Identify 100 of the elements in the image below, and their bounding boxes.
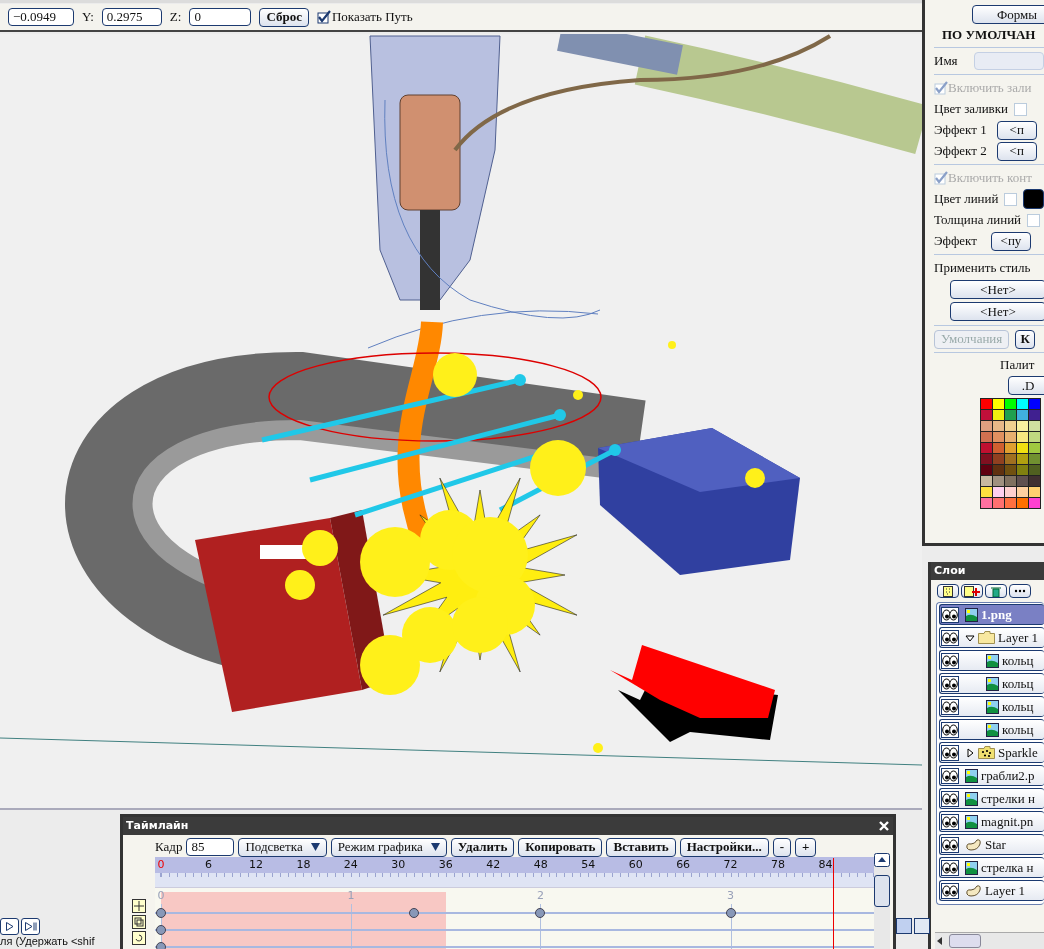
color-swatch[interactable]	[1029, 465, 1040, 475]
effect-dropdown[interactable]: <п	[996, 120, 1037, 140]
color-swatch[interactable]	[1017, 432, 1028, 442]
toolbar-button[interactable]: Удалить	[450, 837, 515, 857]
color-swatch[interactable]	[993, 410, 1004, 420]
color-swatch[interactable]	[1017, 399, 1028, 409]
color-swatch[interactable]	[1017, 421, 1028, 431]
x-field[interactable]: −0.0949	[8, 8, 74, 26]
close-icon[interactable]	[879, 821, 889, 831]
eye-icon[interactable]	[941, 721, 959, 738]
add-layer-button[interactable]	[961, 584, 983, 598]
eye-icon[interactable]	[941, 859, 959, 876]
color-swatch[interactable]	[981, 410, 992, 420]
color-swatch[interactable]	[1017, 443, 1028, 453]
time-cursor[interactable]	[833, 858, 835, 949]
color-swatch[interactable]	[1017, 498, 1028, 508]
layer-row[interactable]: стрелки н	[939, 788, 1044, 809]
eye-icon[interactable]	[941, 790, 959, 807]
checkbox[interactable]	[1004, 192, 1017, 206]
effect-dropdown[interactable]: <пу	[990, 231, 1031, 251]
color-swatch[interactable]	[981, 476, 992, 486]
color-swatch[interactable]	[1029, 487, 1040, 497]
scroll-left-icon[interactable]	[935, 936, 945, 946]
mode-dropdown[interactable]: Подсветка	[238, 837, 327, 857]
color-swatch[interactable]	[981, 465, 992, 475]
layer-row[interactable]: кольц	[939, 719, 1044, 740]
waypoint[interactable]	[156, 908, 166, 918]
color-swatch[interactable]	[1029, 476, 1040, 486]
triangle-icon[interactable]	[965, 632, 975, 643]
eye-icon[interactable]	[941, 744, 959, 761]
color-swatch[interactable]	[993, 465, 1004, 475]
scrollbar-thumb[interactable]	[874, 875, 890, 907]
z-field[interactable]: 0	[189, 8, 252, 26]
color-swatch[interactable]	[1005, 487, 1016, 497]
more-button[interactable]	[1009, 584, 1031, 598]
color-swatch[interactable]	[993, 421, 1004, 431]
color-swatch[interactable]	[1005, 432, 1016, 442]
color-swatch[interactable]	[1029, 443, 1040, 453]
checkbox[interactable]	[1014, 102, 1028, 116]
copy-icon[interactable]	[132, 915, 146, 929]
eye-icon[interactable]	[941, 606, 959, 623]
scrollbar-thumb[interactable]	[949, 934, 981, 948]
color-swatch[interactable]	[1005, 454, 1016, 464]
color-swatch[interactable]	[981, 432, 992, 442]
style-dropdown[interactable]: <Нет>	[950, 280, 1044, 299]
layer-row[interactable]: кольц	[939, 650, 1044, 671]
color-swatch[interactable]	[1005, 399, 1016, 409]
eye-icon[interactable]	[941, 652, 959, 669]
eye-icon[interactable]	[941, 675, 959, 692]
eye-icon[interactable]	[941, 836, 959, 853]
waypoint[interactable]	[156, 942, 166, 949]
color-swatch[interactable]	[993, 443, 1004, 453]
toolbar-button[interactable]: +	[795, 837, 817, 857]
scroll-up-icon[interactable]	[874, 853, 890, 867]
frame-field[interactable]: 85	[186, 838, 235, 856]
panel-toggle-button[interactable]	[896, 918, 912, 934]
waypoint[interactable]	[535, 908, 546, 918]
waypoint[interactable]	[156, 925, 166, 935]
color-swatch[interactable]	[1029, 421, 1040, 431]
layer-row[interactable]: грабли2.p	[939, 765, 1044, 786]
color-swatch[interactable]	[993, 454, 1004, 464]
eye-icon[interactable]	[941, 813, 959, 830]
color-swatch[interactable]	[981, 454, 992, 464]
triangle-icon[interactable]	[965, 747, 975, 758]
color-swatch[interactable]	[993, 487, 1004, 497]
layer-row[interactable]: Sparkle	[939, 742, 1044, 763]
layer-row[interactable]: 1.png	[939, 604, 1044, 625]
layer-row[interactable]: стрелка н	[939, 857, 1044, 878]
play-button[interactable]	[0, 918, 19, 935]
layer-row[interactable]: кольц	[939, 696, 1044, 717]
eye-icon[interactable]	[941, 767, 959, 784]
checkbox[interactable]	[316, 10, 331, 24]
eye-icon[interactable]	[941, 882, 959, 899]
color-swatch[interactable]	[993, 399, 1004, 409]
checkbox[interactable]	[1027, 213, 1041, 227]
palette-dropdown[interactable]: .D	[1008, 376, 1044, 395]
color-swatch[interactable]	[1005, 498, 1016, 508]
color-swatch[interactable]	[1029, 498, 1040, 508]
style-dropdown[interactable]: <Нет>	[950, 302, 1044, 321]
move-icon[interactable]	[132, 899, 146, 913]
layer-row[interactable]: Star	[939, 834, 1044, 855]
effect-dropdown[interactable]: <п	[996, 141, 1037, 161]
eye-icon[interactable]	[941, 629, 959, 646]
color-swatch[interactable]	[993, 476, 1004, 486]
shapes-button[interactable]: Формы	[972, 5, 1044, 24]
color-swatch[interactable]	[1017, 465, 1028, 475]
color-swatch[interactable]	[981, 498, 992, 508]
toolbar-button[interactable]: Вставить	[606, 837, 676, 857]
next-frame-button[interactable]	[21, 918, 40, 935]
color-swatch[interactable]	[981, 487, 992, 497]
color-swatch[interactable]	[1029, 399, 1040, 409]
color-swatch[interactable]	[1029, 410, 1040, 420]
new-layer-button[interactable]	[937, 584, 959, 598]
apply-button[interactable]: К	[1015, 329, 1036, 349]
name-field[interactable]	[973, 52, 1044, 70]
color-swatch[interactable]	[1017, 476, 1028, 486]
waypoint[interactable]	[725, 908, 736, 918]
color-swatch[interactable]	[993, 432, 1004, 442]
toolbar-button[interactable]: Настройки...	[679, 837, 769, 857]
layer-row[interactable]: magnit.pn	[939, 811, 1044, 832]
